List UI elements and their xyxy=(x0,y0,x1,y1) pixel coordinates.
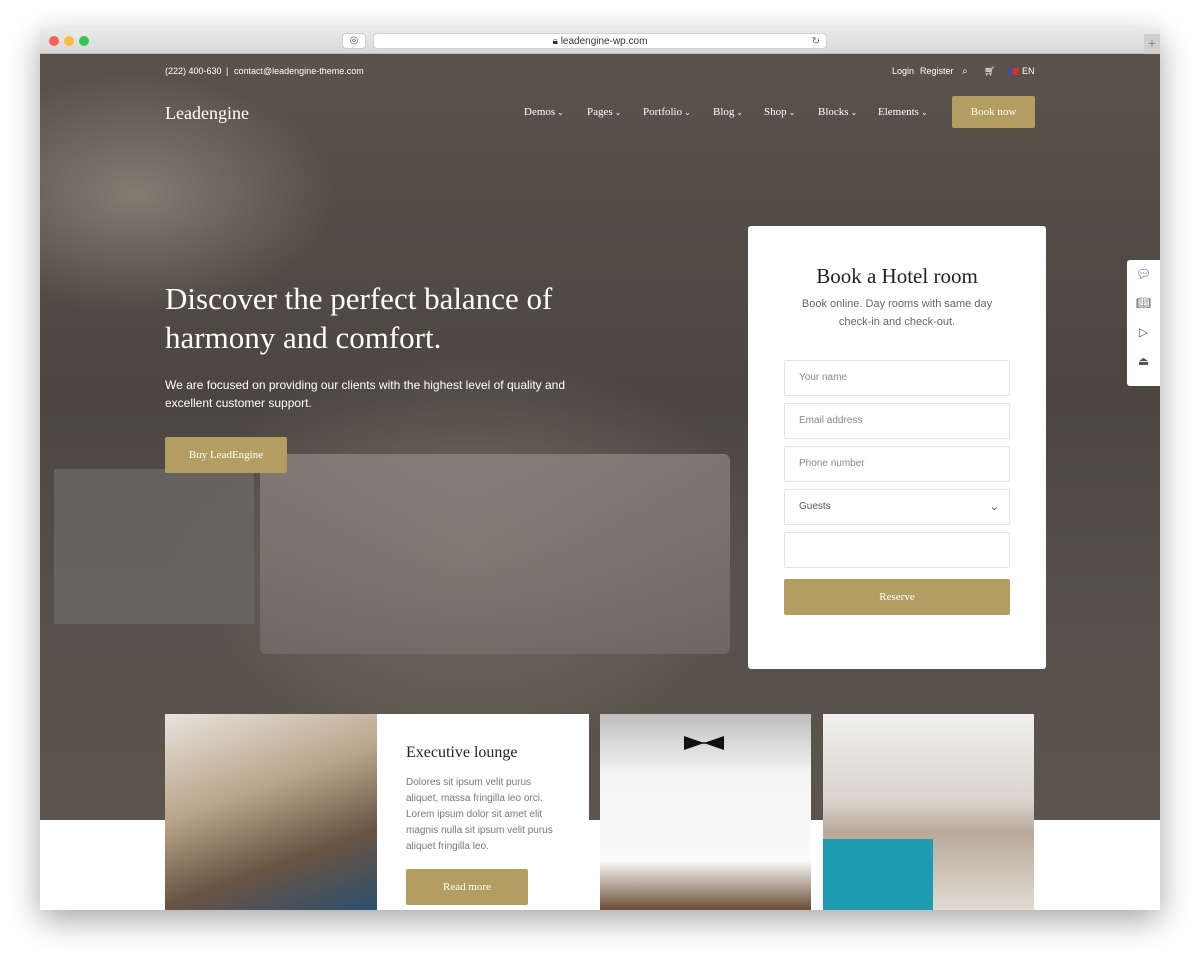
reload-icon[interactable]: ↻ xyxy=(812,34,820,49)
nav-elements[interactable]: Elements xyxy=(878,106,928,118)
minimize-window-button[interactable] xyxy=(64,36,74,46)
lock-icon: 🔒︎ xyxy=(552,36,558,47)
nav-shop[interactable]: Shop xyxy=(764,106,795,118)
browser-window: ◎ 🔒︎ leadengine-wp.com ↻ + (222) 400-630 … xyxy=(40,28,1160,910)
maximize-window-button[interactable] xyxy=(79,36,89,46)
phone-input[interactable]: Phone number xyxy=(784,446,1010,482)
date-input[interactable] xyxy=(784,532,1010,568)
guests-select[interactable]: Guests ⌄ xyxy=(784,489,1010,525)
guests-value: Guests xyxy=(799,501,831,512)
pool-water xyxy=(823,839,933,910)
executive-lounge-card: Executive lounge Dolores sit ipsum velit… xyxy=(165,714,589,910)
pool-image xyxy=(823,714,1034,910)
cart-icon[interactable]: 🛒︎ xyxy=(984,66,995,77)
waiter-image xyxy=(600,714,811,910)
close-window-button[interactable] xyxy=(49,36,59,46)
us-flag-icon xyxy=(1008,68,1019,75)
nav-blog[interactable]: Blog xyxy=(713,106,743,118)
nav-portfolio[interactable]: Portfolio xyxy=(643,106,691,118)
side-toolbar: 💬︎ 📖︎ ▷ ⏏ xyxy=(1127,260,1160,386)
site-logo[interactable]: Leadengine xyxy=(165,103,249,124)
name-input[interactable]: Your name xyxy=(784,360,1010,396)
nav-blocks[interactable]: Blocks xyxy=(818,106,857,118)
lounge-image xyxy=(165,714,377,910)
book-now-button[interactable]: Book now xyxy=(952,96,1035,128)
booking-title: Book a Hotel room xyxy=(816,264,978,288)
book-icon[interactable]: 📖︎ xyxy=(1127,289,1160,318)
email-link[interactable]: contact@leadengine-theme.com xyxy=(234,66,364,76)
hero-section: (222) 400-630 | contact@leadengine-theme… xyxy=(40,54,1160,820)
email-input[interactable]: Email address xyxy=(784,403,1010,439)
browser-toolbar: ◎ 🔒︎ leadengine-wp.com ↻ + xyxy=(40,28,1160,54)
search-icon[interactable]: ⌕ xyxy=(962,66,968,77)
read-more-button[interactable]: Read more xyxy=(406,869,528,905)
bowtie-shape xyxy=(684,736,724,750)
nav-pages[interactable]: Pages xyxy=(587,106,621,118)
chevron-down-icon: ⌄ xyxy=(989,501,999,513)
booking-subtitle: Book online. Day rooms with same day che… xyxy=(801,298,993,328)
bag-icon[interactable]: ⏏ xyxy=(1127,347,1160,376)
booking-form: Book a Hotel room Book online. Day rooms… xyxy=(748,226,1046,669)
hero-text: We are focused on providing our clients … xyxy=(165,378,566,410)
lounge-text: Dolores sit ipsum velit purus aliquet, m… xyxy=(406,777,553,852)
address-bar[interactable]: 🔒︎ leadengine-wp.com ↻ xyxy=(373,33,827,49)
buy-leadengine-button[interactable]: Buy LeadEngine xyxy=(165,437,287,473)
language-selector[interactable]: EN xyxy=(1022,66,1035,76)
privacy-icon[interactable]: ◎ xyxy=(342,33,366,49)
nightstand-image xyxy=(54,469,254,624)
chat-icon[interactable]: 💬︎ xyxy=(1127,260,1160,289)
hero-title: Discover the perfect balance of harmony … xyxy=(165,281,553,355)
phone-number: (222) 400-630 xyxy=(165,66,222,76)
separator: | xyxy=(226,66,229,76)
url-text: leadengine-wp.com xyxy=(560,36,648,47)
play-icon[interactable]: ▷ xyxy=(1127,318,1160,347)
lounge-title: Executive lounge xyxy=(406,744,518,761)
new-tab-button[interactable]: + xyxy=(1144,34,1160,54)
login-link[interactable]: Login xyxy=(892,66,914,76)
reserve-button[interactable]: Reserve xyxy=(784,579,1010,615)
bed-image xyxy=(260,454,730,654)
register-link[interactable]: Register xyxy=(920,66,954,76)
nav-demos[interactable]: Demos xyxy=(524,106,564,118)
